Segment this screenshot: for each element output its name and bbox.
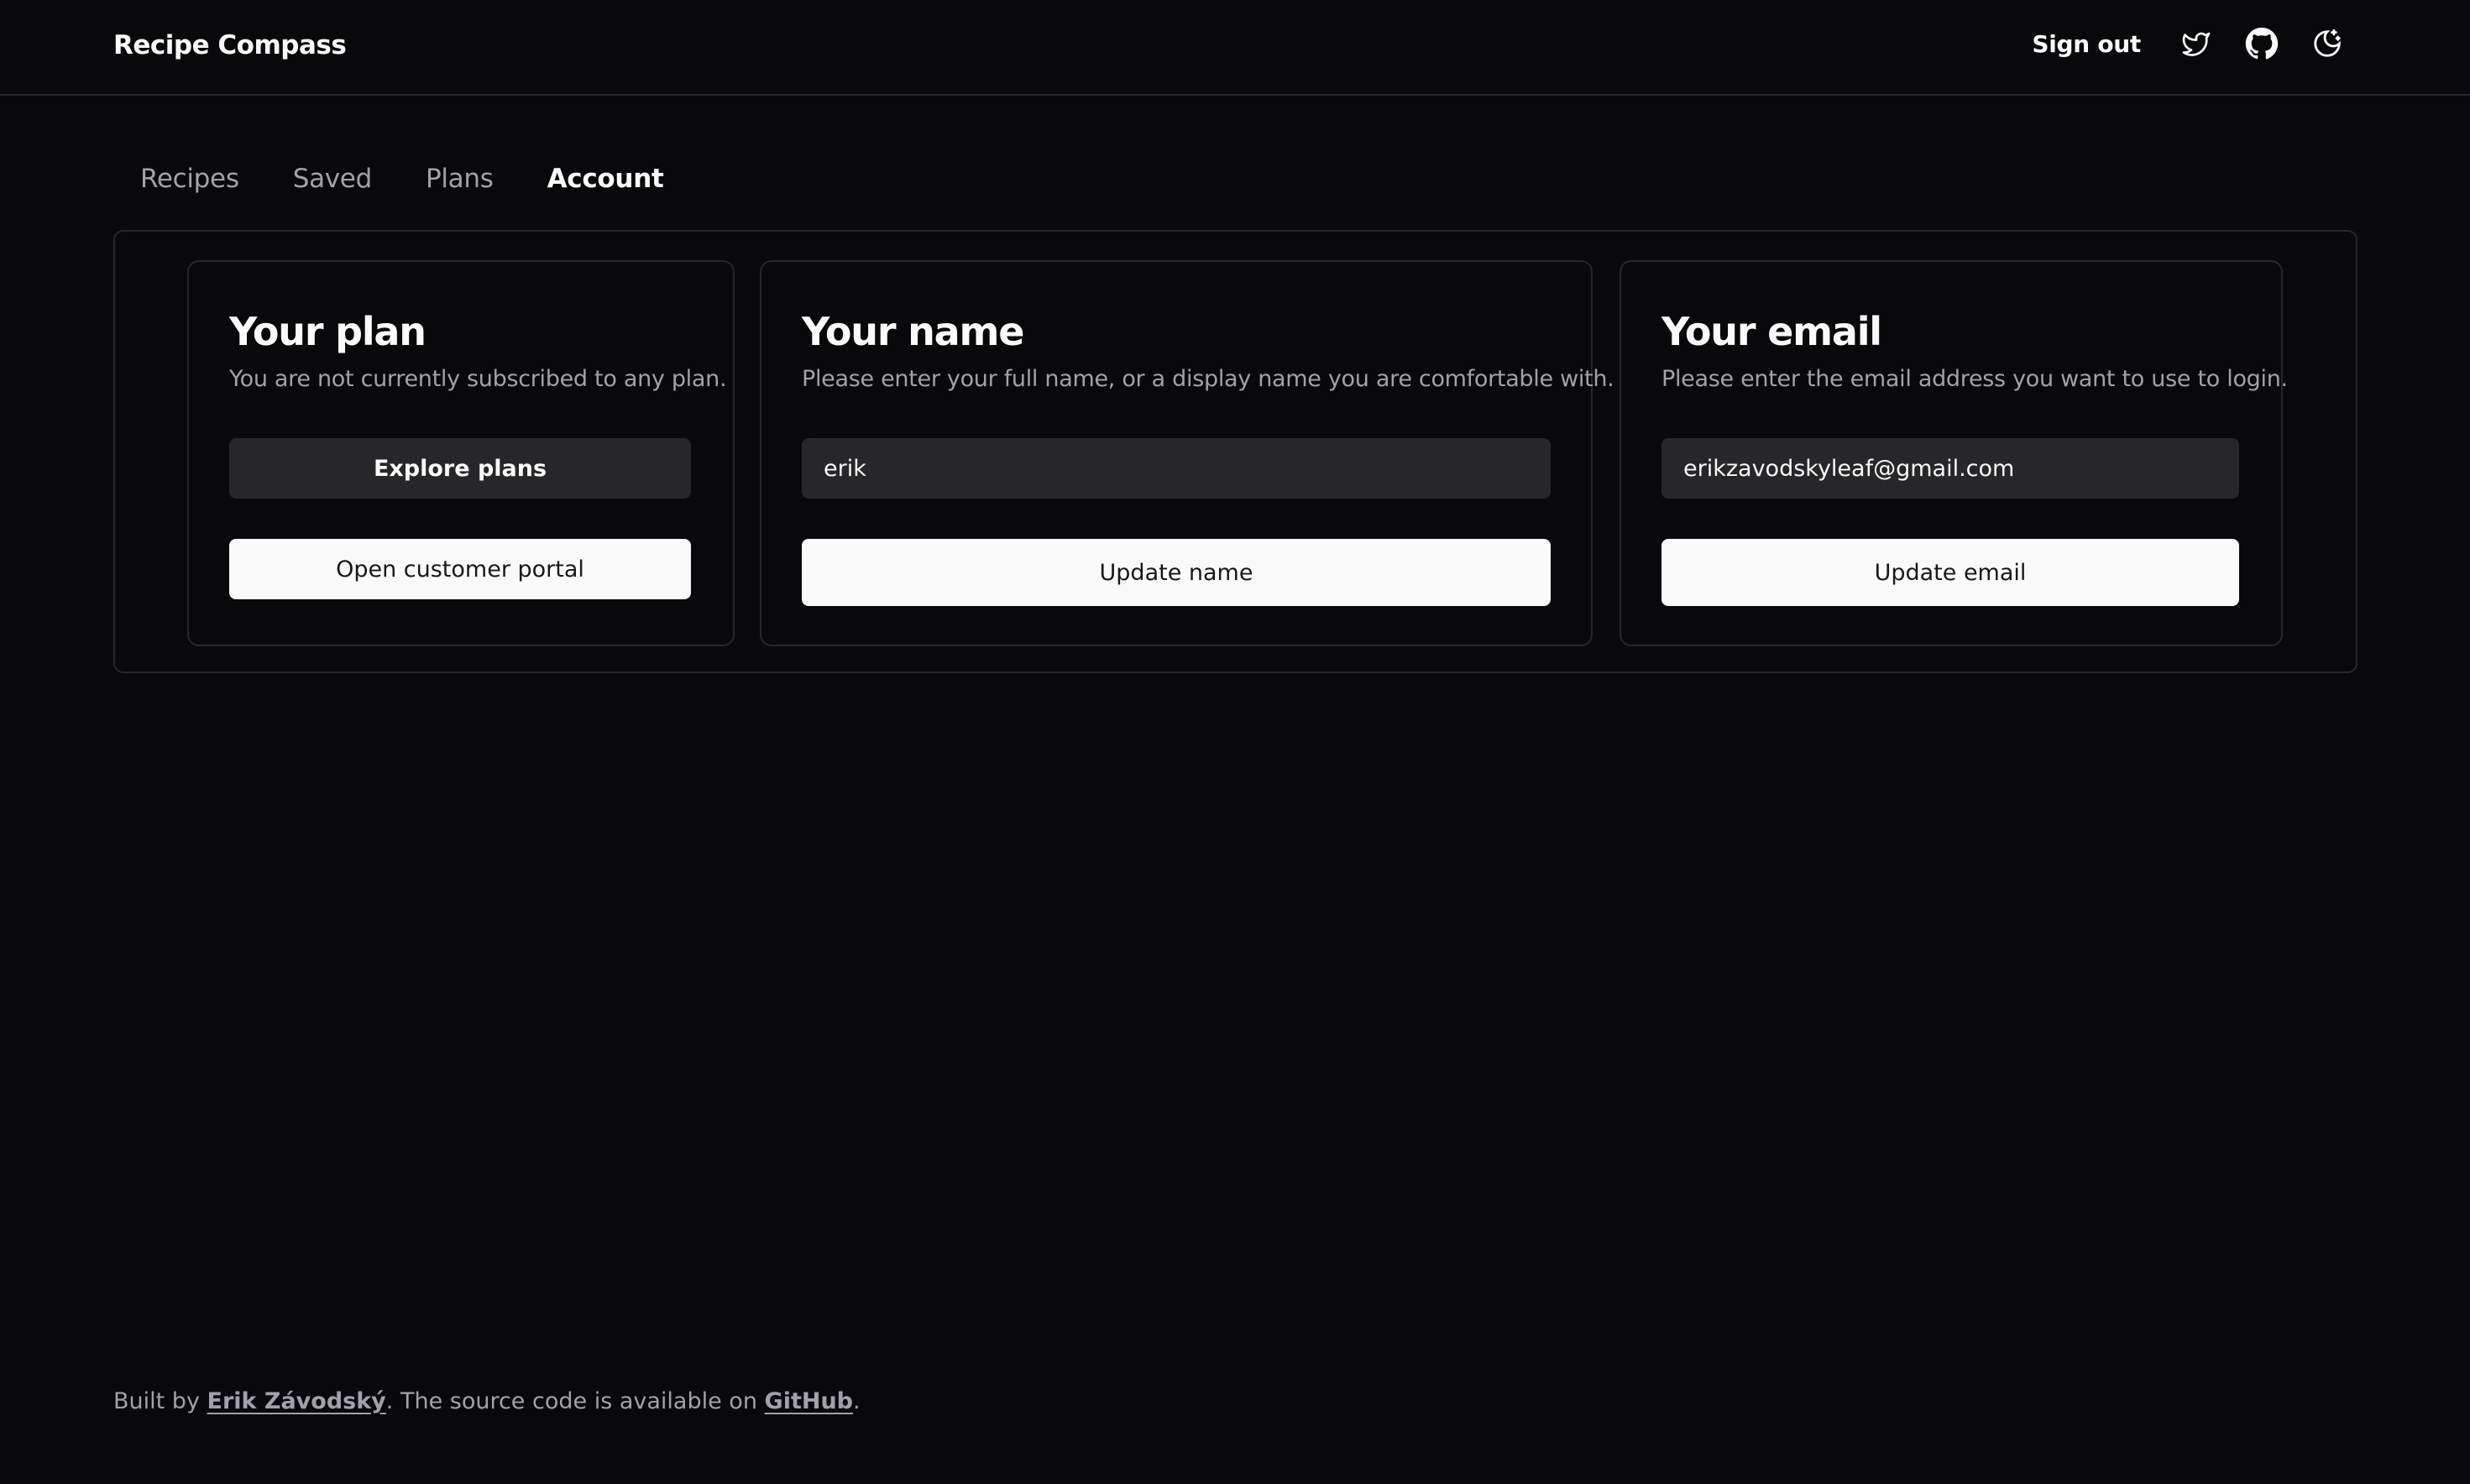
tab-saved[interactable]: Saved <box>266 164 399 194</box>
footer-suffix: . <box>853 1388 861 1414</box>
plan-card-title: Your plan <box>229 309 426 354</box>
plan-card-description: You are not currently subscribed to any … <box>229 366 727 392</box>
tab-account[interactable]: Account <box>521 164 691 194</box>
email-card-title: Your email <box>1661 309 1882 354</box>
tab-recipes[interactable]: Recipes <box>113 164 266 194</box>
email-input[interactable] <box>1661 438 2239 499</box>
github-link[interactable]: GitHub <box>765 1388 853 1414</box>
footer-middle: . The source code is available on <box>385 1388 765 1414</box>
email-card-description: Please enter the email address you want … <box>1661 366 2288 392</box>
account-panel: Your plan You are not currently subscrib… <box>113 230 2357 673</box>
tab-plans[interactable]: Plans <box>399 164 521 194</box>
open-customer-portal-button[interactable]: Open customer portal <box>229 539 691 599</box>
twitter-icon[interactable] <box>2180 27 2213 60</box>
update-name-button[interactable]: Update name <box>802 539 1551 606</box>
footer: Built by Erik Závodský. The source code … <box>113 1388 861 1414</box>
name-card-title: Your name <box>802 309 1024 354</box>
sign-out-button[interactable]: Sign out <box>2032 30 2141 58</box>
theme-toggle-icon[interactable] <box>2310 27 2344 60</box>
brand-title[interactable]: Recipe Compass <box>113 30 347 60</box>
author-link[interactable]: Erik Závodský <box>207 1388 386 1414</box>
header-actions: Sign out <box>2032 27 2344 60</box>
github-icon[interactable] <box>2245 27 2279 60</box>
name-card-description: Please enter your full name, or a displa… <box>802 366 1614 392</box>
account-tabs: Recipes Saved Plans Account <box>113 164 690 194</box>
name-card: Your name Please enter your full name, o… <box>760 260 1614 646</box>
explore-plans-button[interactable]: Explore plans <box>229 438 691 499</box>
top-header: Recipe Compass Sign out <box>0 0 2470 96</box>
name-input[interactable] <box>802 438 1551 499</box>
plan-card: Your plan You are not currently subscrib… <box>187 260 735 646</box>
footer-prefix: Built by <box>113 1388 207 1414</box>
email-card: Your email Please enter the email addres… <box>1620 260 2288 646</box>
update-email-button[interactable]: Update email <box>1661 539 2239 606</box>
